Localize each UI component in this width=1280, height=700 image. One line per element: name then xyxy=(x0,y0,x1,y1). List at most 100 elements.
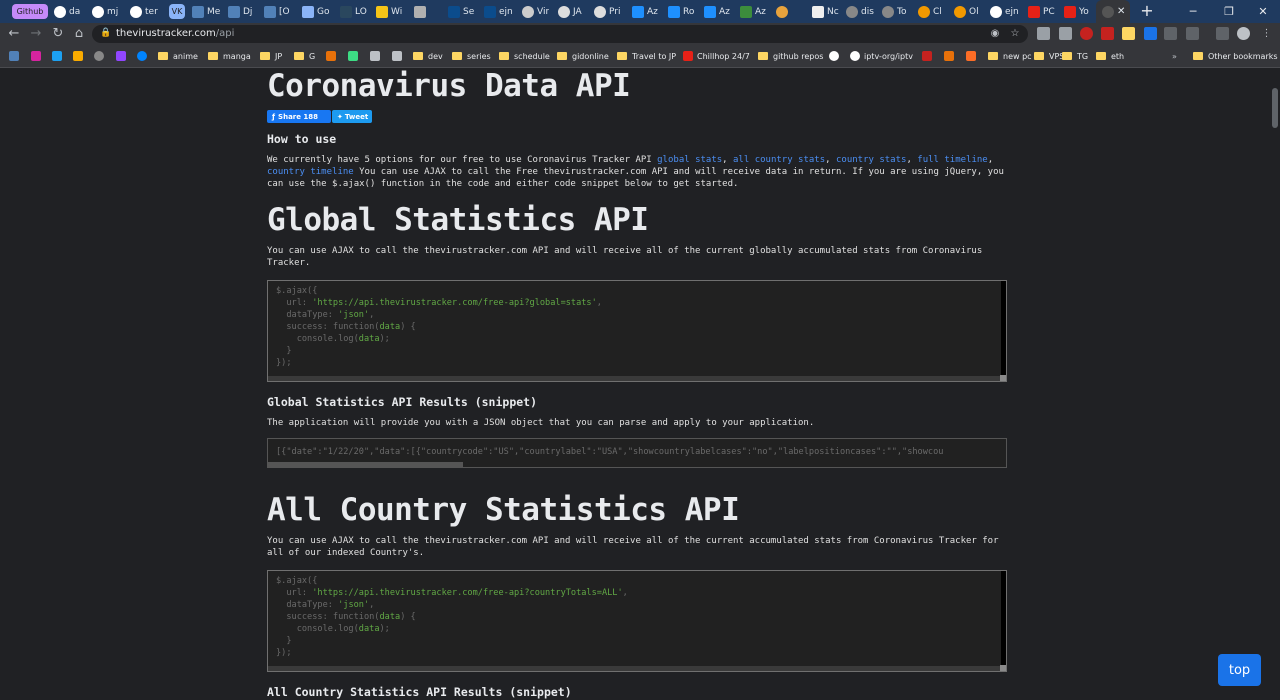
tab[interactable]: ejn xyxy=(990,2,1019,21)
new-tab-button[interactable]: + xyxy=(1138,2,1156,20)
extension-icon[interactable] xyxy=(1186,27,1199,40)
tab[interactable]: Go xyxy=(302,2,329,21)
tab[interactable]: da xyxy=(54,2,80,21)
bookmark-item[interactable] xyxy=(348,49,362,63)
bookmark-folder[interactable]: eth xyxy=(1096,49,1124,63)
more-bookmarks-icon[interactable]: » xyxy=(1172,49,1177,63)
code-vertical-scrollbar[interactable] xyxy=(1001,571,1006,665)
bookmark-twitch[interactable] xyxy=(116,49,130,63)
bookmark-item[interactable] xyxy=(829,49,843,63)
tab[interactable]: To xyxy=(882,2,906,21)
tab-group-github[interactable]: Github xyxy=(12,4,48,19)
extension-icon[interactable] xyxy=(1101,27,1114,40)
page-scrollbar[interactable] xyxy=(1270,68,1280,700)
other-bookmarks-folder[interactable]: Other bookmarks xyxy=(1193,49,1278,63)
bookmark-item[interactable] xyxy=(922,49,936,63)
json-horizontal-scrollbar[interactable] xyxy=(268,462,463,467)
extension-icon[interactable] xyxy=(1164,27,1177,40)
page-scrollbar-thumb[interactable] xyxy=(1272,88,1278,128)
bookmark-folder[interactable]: anime xyxy=(158,49,198,63)
tab[interactable]: Se xyxy=(448,2,474,21)
all-country-code-block[interactable]: $.ajax({ url: 'https://api.thevirustrack… xyxy=(267,570,1007,672)
close-tab-icon[interactable]: ✕ xyxy=(1117,6,1125,17)
bookmark-item[interactable] xyxy=(326,49,340,63)
tab[interactable]: Az xyxy=(704,2,730,21)
bookmark-folder[interactable]: TG xyxy=(1062,49,1088,63)
bookmark-analytics[interactable] xyxy=(73,49,87,63)
link-global-stats[interactable]: global stats xyxy=(657,155,722,165)
extension-icon[interactable] xyxy=(1059,27,1072,40)
link-country-stats[interactable]: country stats xyxy=(836,155,906,165)
bookmark-folder[interactable]: new pc xyxy=(988,49,1032,63)
link-full-timeline[interactable]: full timeline xyxy=(917,155,987,165)
bookmark-folder[interactable]: G xyxy=(294,49,315,63)
bookmark-globe[interactable] xyxy=(94,49,108,63)
tab[interactable]: JA xyxy=(558,2,582,21)
tab[interactable]: Az xyxy=(632,2,658,21)
bookmark-folder[interactable]: series xyxy=(452,49,491,63)
bookmark-folder[interactable]: github repos xyxy=(758,49,823,63)
tab[interactable]: PC xyxy=(1028,2,1055,21)
tab[interactable] xyxy=(414,2,429,21)
link-all-country-stats[interactable]: all country stats xyxy=(733,155,825,165)
menu-icon[interactable]: ⋮ xyxy=(1260,27,1273,40)
bookmark-twitter[interactable] xyxy=(52,49,66,63)
tab[interactable]: ter xyxy=(130,2,158,21)
tab[interactable]: Pri xyxy=(594,2,620,21)
json-result-block[interactable]: [{"date":"1/22/20","data":[{"countrycode… xyxy=(267,438,1007,468)
facebook-share-button[interactable]: ƒ Share 188 xyxy=(267,110,331,123)
code-vertical-scrollbar[interactable] xyxy=(1001,281,1006,375)
active-tab[interactable]: ✕ xyxy=(1096,0,1130,23)
tab[interactable]: ejn xyxy=(484,2,513,21)
bookmark-item[interactable]: iptv-org/iptv xyxy=(850,49,913,63)
tab[interactable]: Me xyxy=(192,2,220,21)
bookmark-folder[interactable]: manga xyxy=(208,49,251,63)
tab[interactable]: Ol xyxy=(954,2,979,21)
bookmark-messenger[interactable] xyxy=(137,49,151,63)
bookmark-folder[interactable]: schedule xyxy=(499,49,550,63)
tab[interactable]: Cl xyxy=(918,2,942,21)
tab[interactable]: Az xyxy=(740,2,766,21)
bookmark-folder[interactable]: Travel to JP xyxy=(617,49,676,63)
tab-group-vk[interactable]: VK xyxy=(169,4,185,19)
tab[interactable]: Ro xyxy=(668,2,694,21)
tab[interactable] xyxy=(776,2,791,21)
bookmark-item[interactable] xyxy=(392,49,406,63)
extension-icon[interactable] xyxy=(1122,27,1135,40)
bookmark-folder[interactable]: VPS xyxy=(1034,49,1064,63)
avatar[interactable] xyxy=(1237,27,1250,40)
reload-icon[interactable]: ↻ xyxy=(50,26,66,42)
home-icon[interactable]: ⌂ xyxy=(71,26,87,42)
tweet-button[interactable]: ✦ Tweet xyxy=(332,110,372,123)
tab[interactable]: Wi xyxy=(376,2,402,21)
link-country-timeline[interactable]: country timeline xyxy=(267,167,354,177)
address-bar[interactable]: 🔒 thevirustracker.com/api ◉ ☆ xyxy=(92,25,1028,43)
tab[interactable]: dis xyxy=(846,2,874,21)
code-horizontal-scrollbar[interactable] xyxy=(268,666,1000,671)
bookmark-item[interactable]: Chillhop 24/7 xyxy=(683,49,750,63)
media-icon[interactable] xyxy=(1216,27,1229,40)
tab[interactable]: Yo xyxy=(1064,2,1089,21)
camera-blocked-icon[interactable]: ◉ xyxy=(988,27,1002,41)
bookmark-item[interactable] xyxy=(370,49,384,63)
tab[interactable]: Vir xyxy=(522,2,549,21)
scroll-to-top-button[interactable]: top xyxy=(1218,654,1261,686)
minimize-button[interactable]: ─ xyxy=(1176,0,1210,23)
restore-button[interactable]: ❐ xyxy=(1212,0,1246,23)
star-icon[interactable]: ☆ xyxy=(1008,27,1022,41)
forward-icon[interactable]: → xyxy=(28,26,44,42)
code-horizontal-scrollbar[interactable] xyxy=(268,376,1000,381)
global-code-block[interactable]: $.ajax({ url: 'https://api.thevirustrack… xyxy=(267,280,1007,382)
bookmark-folder[interactable]: JP xyxy=(260,49,282,63)
bookmark-vk[interactable] xyxy=(9,49,23,63)
tab[interactable]: LO xyxy=(340,2,367,21)
extension-icon[interactable] xyxy=(1080,27,1093,40)
bookmark-instagram[interactable] xyxy=(31,49,45,63)
bookmark-item[interactable] xyxy=(966,49,980,63)
bookmark-folder[interactable]: dev xyxy=(413,49,443,63)
extension-icon[interactable] xyxy=(1144,27,1157,40)
tab[interactable]: [O xyxy=(264,2,290,21)
close-window-button[interactable]: ✕ xyxy=(1246,0,1280,23)
tab[interactable]: Dj xyxy=(228,2,252,21)
bookmark-item[interactable] xyxy=(944,49,958,63)
